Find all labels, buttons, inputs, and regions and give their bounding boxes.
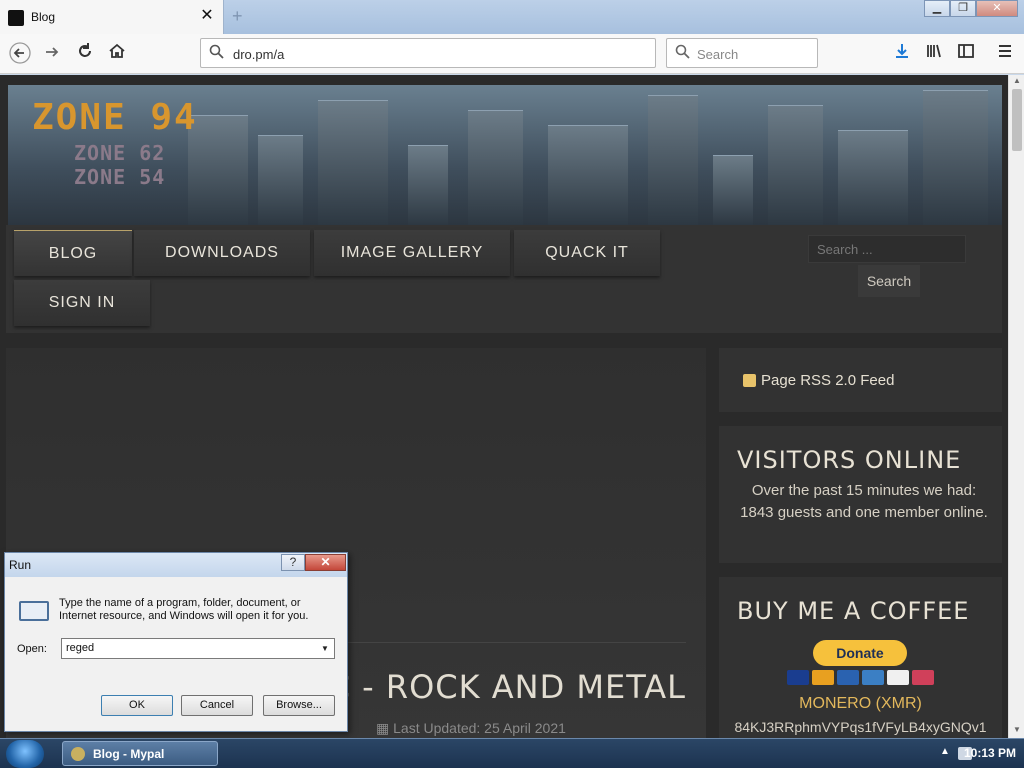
menu-item-sign-in[interactable]: SIGN IN xyxy=(14,280,150,326)
page-scrollbar[interactable]: ▲ ▼ xyxy=(1008,75,1024,738)
home-icon[interactable] xyxy=(105,42,129,66)
favicon-icon xyxy=(8,10,24,26)
logo-subtitle: ZONE 62 xyxy=(74,141,166,165)
rss-link[interactable]: Page RSS 2.0 Feed xyxy=(761,372,894,389)
taskbar-item-label: Blog - Mypal xyxy=(93,747,165,761)
browse-button[interactable]: Browse... xyxy=(263,695,335,716)
coffee-title: BUY ME A COFFEE xyxy=(737,597,970,625)
building-shape xyxy=(838,130,908,225)
amex-icon xyxy=(862,670,884,685)
card-icon xyxy=(912,670,934,685)
monero-address: 84KJ3RRphmVYPqs1fVFyLB4xyGNQv1 xyxy=(734,719,987,735)
run-description: Type the name of a program, folder, docu… xyxy=(59,597,309,622)
navigation-toolbar: dro.pm/a Search xyxy=(0,34,1024,74)
taskbar-item-browser[interactable]: Blog - Mypal xyxy=(62,741,218,766)
building-shape xyxy=(258,135,303,225)
visitors-text: Over the past 15 minutes we had: 1843 gu… xyxy=(740,482,988,521)
site-search-button[interactable]: Search xyxy=(858,265,920,297)
clock[interactable]: 10:13 PM xyxy=(964,746,1016,760)
donate-button[interactable]: Donate xyxy=(813,640,907,666)
site-search-input[interactable]: Search ... xyxy=(808,235,966,263)
scroll-up-icon[interactable]: ▲ xyxy=(1011,76,1023,88)
close-icon[interactable]: ✕ xyxy=(305,554,346,571)
browser-tab[interactable]: Blog ✕ xyxy=(0,0,224,34)
menu-item-downloads[interactable]: DOWNLOADS xyxy=(134,230,310,276)
tray-expand-icon[interactable]: ▲ xyxy=(940,746,950,757)
menu-item-image-gallery[interactable]: IMAGE GALLERY xyxy=(314,230,510,276)
discover-icon xyxy=(887,670,909,685)
tab-title: Blog xyxy=(31,10,56,24)
open-label: Open: xyxy=(17,643,47,655)
back-icon[interactable] xyxy=(8,42,32,66)
building-shape xyxy=(923,90,988,225)
chevron-down-icon[interactable]: ▼ xyxy=(318,641,332,656)
taskbar: Blog - Mypal ▲ 10:13 PM xyxy=(0,738,1024,768)
window-controls: ▁ ❐ ✕ xyxy=(924,0,1018,18)
menu-icon[interactable] xyxy=(993,42,1017,66)
building-shape xyxy=(548,125,628,225)
scrollbar-thumb[interactable] xyxy=(1012,89,1022,151)
tab-strip: Blog ✕ + ▁ ❐ ✕ xyxy=(0,0,1024,34)
help-button[interactable]: ? xyxy=(281,554,305,571)
start-button[interactable] xyxy=(6,740,44,768)
last-updated-text: Last Updated: 25 April 2021 xyxy=(393,720,566,736)
cancel-button[interactable]: Cancel xyxy=(181,695,253,716)
building-shape xyxy=(468,110,523,225)
close-window-icon[interactable]: ✕ xyxy=(976,0,1018,17)
menu-item-blog[interactable]: BLOG xyxy=(14,230,132,276)
payment-cards xyxy=(787,670,934,685)
browser-search-box[interactable]: Search xyxy=(666,38,818,68)
sidebar-icon[interactable] xyxy=(954,42,978,66)
run-body: Type the name of a program, folder, docu… xyxy=(5,577,347,731)
ok-button[interactable]: OK xyxy=(101,695,173,716)
building-shape xyxy=(408,145,448,225)
run-program-icon xyxy=(19,601,49,621)
rss-icon xyxy=(743,374,756,387)
building-shape xyxy=(768,105,823,225)
site-menu: BLOG DOWNLOADS IMAGE GALLERY QUACK IT SI… xyxy=(6,225,1002,333)
building-shape xyxy=(318,100,388,225)
url-text: dro.pm/a xyxy=(233,47,285,62)
logo-subtitle: ZONE 54 xyxy=(74,165,166,189)
close-tab-icon[interactable]: ✕ xyxy=(198,6,216,26)
mastercard-icon xyxy=(812,670,834,685)
forward-icon[interactable] xyxy=(40,42,64,66)
run-titlebar[interactable]: Run ? ✕ xyxy=(5,553,347,577)
new-tab-icon[interactable]: + xyxy=(232,6,248,26)
url-bar[interactable]: dro.pm/a xyxy=(200,38,656,68)
run-title: Run xyxy=(9,558,32,572)
download-icon[interactable] xyxy=(890,42,914,66)
site-logo[interactable]: ZONE 94 xyxy=(32,97,198,138)
visitors-box: VISITORS ONLINE Over the past 15 minutes… xyxy=(719,426,1002,563)
search-icon xyxy=(675,44,691,64)
building-shape xyxy=(648,95,698,225)
scroll-down-icon[interactable]: ▼ xyxy=(1011,725,1023,737)
menu-item-quack-it[interactable]: QUACK IT xyxy=(514,230,660,276)
search-placeholder: Search xyxy=(697,47,739,62)
visitors-title: VISITORS ONLINE xyxy=(737,446,962,474)
calendar-icon: ▦ xyxy=(376,720,394,736)
open-input[interactable]: reged ▼ xyxy=(61,638,335,659)
reload-icon[interactable] xyxy=(73,42,97,66)
minimize-icon[interactable]: ▁ xyxy=(924,0,950,17)
visa-icon xyxy=(787,670,809,685)
last-updated: ▦ Last Updated: 25 April 2021 xyxy=(376,720,566,737)
search-icon xyxy=(209,44,225,65)
restore-icon[interactable]: ❐ xyxy=(950,0,976,17)
run-dialog: Run ? ✕ Type the name of a program, fold… xyxy=(4,552,348,732)
mypal-icon xyxy=(71,747,85,761)
site-banner: ZONE 94 ZONE 62 ZONE 54 xyxy=(8,85,1002,225)
library-icon[interactable] xyxy=(922,42,946,66)
building-shape xyxy=(713,155,753,225)
coffee-box: BUY ME A COFFEE Donate MONERO (XMR) 84KJ… xyxy=(719,577,1002,738)
rss-box: Page RSS 2.0 Feed xyxy=(719,348,1002,412)
monero-label: MONERO (XMR) xyxy=(799,695,922,712)
maestro-icon xyxy=(837,670,859,685)
open-input-value: reged xyxy=(66,642,95,654)
